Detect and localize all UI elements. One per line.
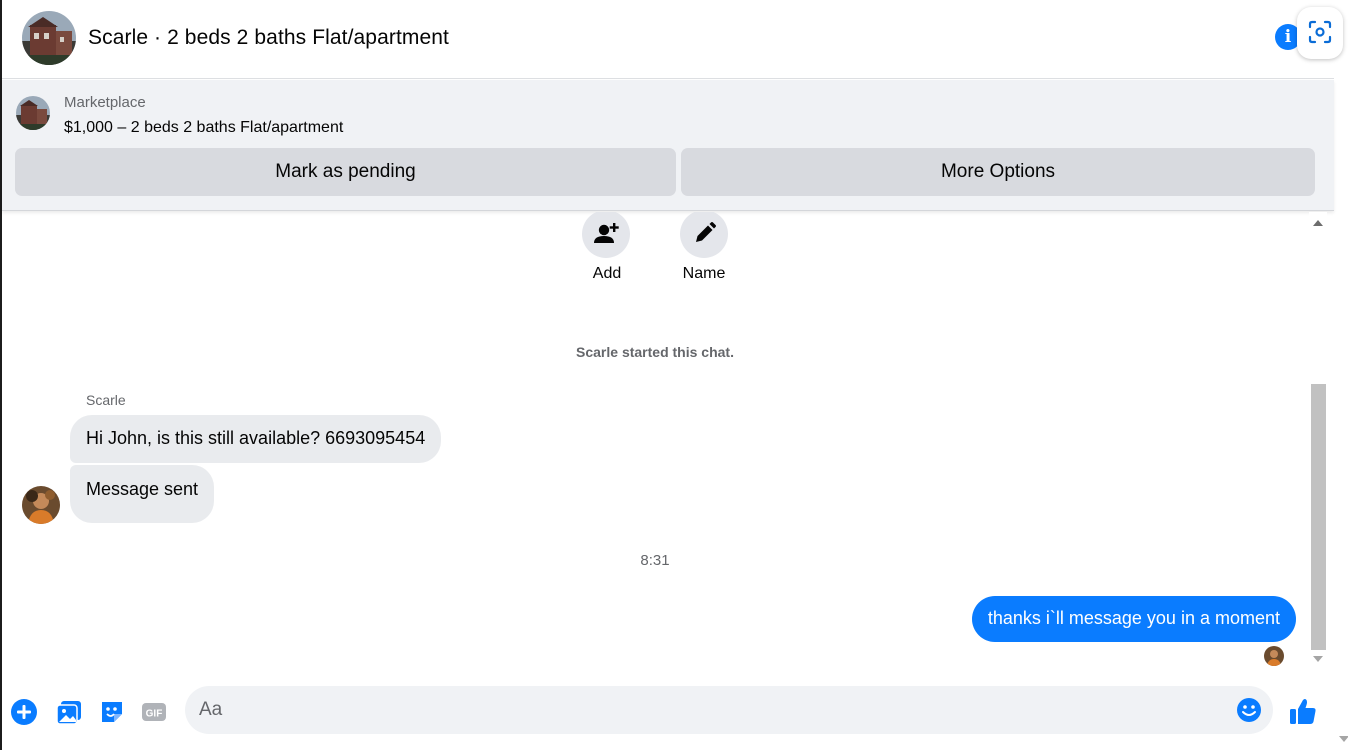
scroll-down-arrow-icon[interactable] [1313,656,1323,662]
marketplace-panel: Marketplace $1,000 – 2 beds 2 baths Flat… [2,80,1334,211]
scrollbar-thumb[interactable] [1311,384,1326,650]
listing-thumbnail[interactable] [16,96,50,130]
gif-icon[interactable]: GIF [140,698,168,726]
messenger-window: Scarle · 2 beds 2 baths Flat/apartment i [0,0,1348,750]
page-title: Scarle · 2 beds 2 baths Flat/apartment [88,26,449,49]
chat-started-notice: Scarle started this chat. [576,344,734,360]
add-person-button[interactable] [582,212,630,258]
message-input[interactable] [199,686,1219,734]
more-options-button[interactable]: More Options [681,148,1315,196]
read-receipt-avatar [1264,646,1284,666]
message-composer: GIF [2,676,1334,750]
sticker-icon[interactable] [98,698,126,726]
listing-avatar[interactable] [22,11,76,65]
scroll-up-arrow-icon[interactable] [1313,220,1323,226]
marketplace-label: Marketplace [64,94,146,111]
sender-avatar[interactable] [22,486,60,524]
add-person-icon [594,223,619,243]
pencil-icon [696,222,716,242]
incoming-message[interactable]: Message sent [70,465,215,523]
plus-circle-icon[interactable] [10,698,38,726]
message-thread: Add Name Scarle started this chat. Scarl… [2,212,1334,674]
sender-name: Scarle [86,392,126,408]
outgoing-message[interactable]: thanks i`ll message you in a moment [971,596,1296,642]
photo-icon[interactable] [55,698,83,726]
name-button[interactable] [680,212,728,258]
listing-title[interactable]: $1,000 – 2 beds 2 baths Flat/apartment [64,119,343,137]
mark-as-pending-button[interactable]: Mark as pending [15,148,676,196]
chat-header: Scarle · 2 beds 2 baths Flat/apartment i [2,0,1343,79]
name-label: Name [682,265,726,282]
message-timestamp: 8:31 [640,552,670,569]
visual-search-icon[interactable] [1297,7,1343,59]
emoji-icon[interactable] [1235,696,1263,724]
svg-text:GIF: GIF [146,709,163,720]
thumbs-up-icon[interactable] [1288,696,1318,726]
incoming-message[interactable]: Hi John, is this still available? 669309… [70,415,442,463]
thread-scrollbar[interactable] [1309,212,1327,674]
message-input-container [185,686,1273,734]
page-scroll-down-arrow-icon[interactable] [1339,736,1348,742]
add-label: Add [592,265,622,282]
